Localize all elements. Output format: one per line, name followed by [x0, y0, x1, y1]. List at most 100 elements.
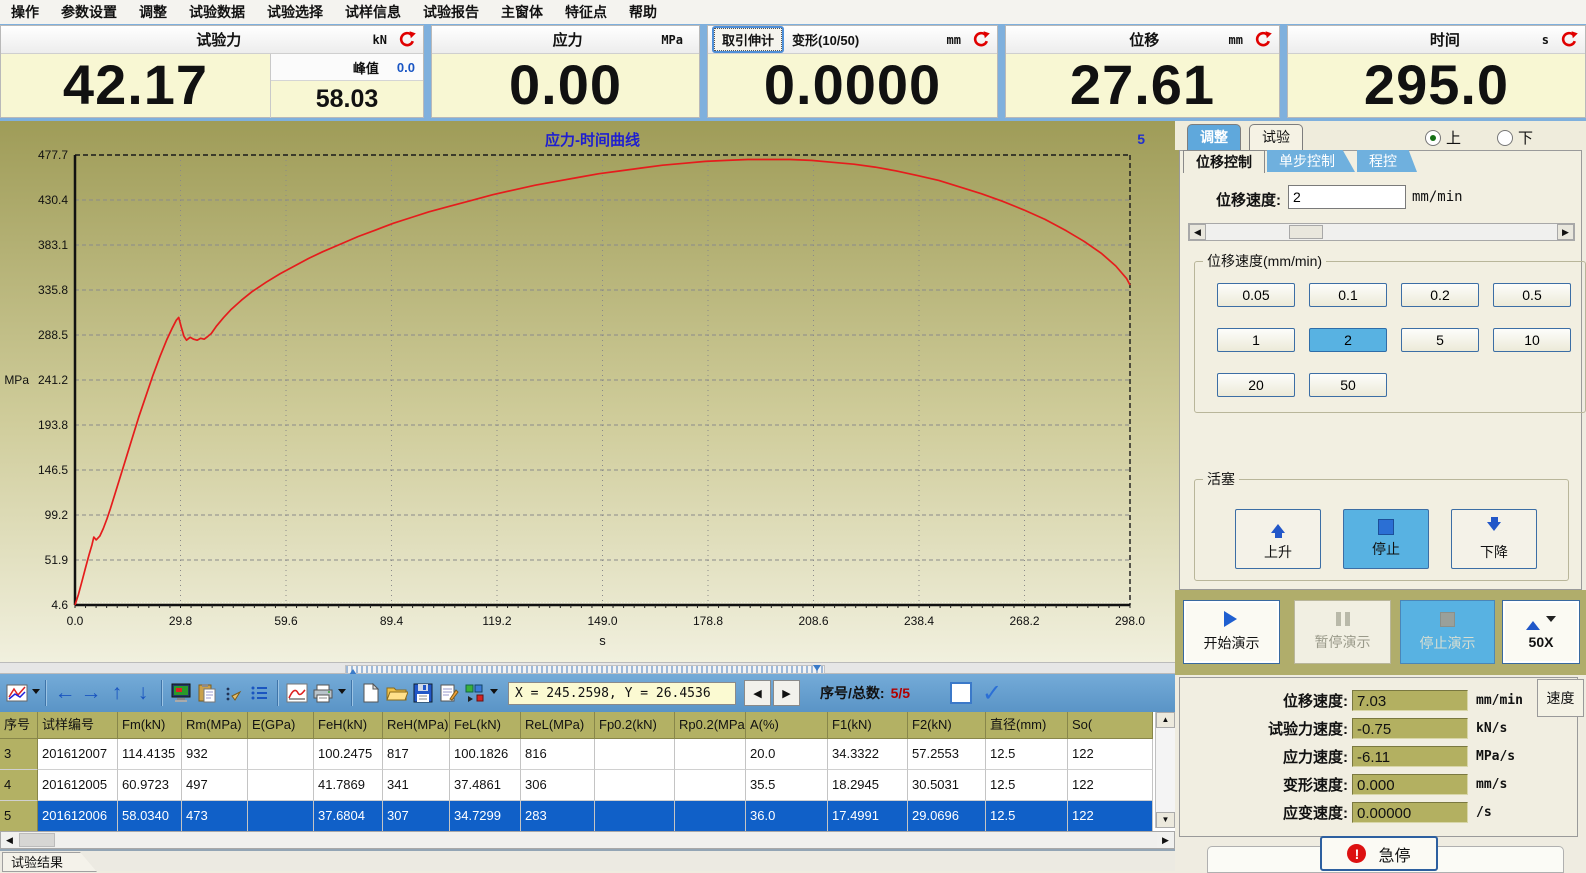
pause-demo-button[interactable]: 暂停演示	[1294, 600, 1391, 664]
table-cell[interactable]: 41.7869	[314, 770, 383, 801]
slider-thumb[interactable]	[1289, 225, 1323, 239]
radio-down[interactable]: 下	[1497, 127, 1533, 148]
table-cell[interactable]: 12.5	[986, 801, 1068, 832]
table-cell[interactable]	[595, 739, 675, 770]
speed-preset-0.5[interactable]: 0.5	[1493, 283, 1571, 307]
tab-adjust[interactable]: 调整	[1187, 124, 1241, 150]
export-icon[interactable]	[462, 680, 488, 706]
hscroll-thumb[interactable]	[19, 833, 55, 847]
table-vertical-scrollbar[interactable]: ▲ ▼	[1155, 712, 1175, 828]
table-cell[interactable]: 201612005	[38, 770, 118, 801]
hand-select-icon[interactable]	[220, 680, 246, 706]
sub-tab-位移控制[interactable]: 位移控制	[1183, 150, 1265, 173]
table-cell[interactable]: 12.5	[986, 770, 1068, 801]
table-cell[interactable]: 37.4861	[450, 770, 521, 801]
next-record-button[interactable]: ▶	[773, 680, 800, 706]
sub-tab-单步控制[interactable]: 单步控制	[1267, 150, 1355, 172]
table-cell[interactable]: 34.3322	[828, 739, 908, 770]
table-cell[interactable]: 122	[1068, 739, 1153, 770]
menu-item-试验报告[interactable]: 试验报告	[412, 1, 490, 24]
radio-up[interactable]: 上	[1425, 127, 1461, 148]
speed-preset-20[interactable]: 20	[1217, 373, 1295, 397]
scroll-down-icon[interactable]: ▼	[1156, 812, 1175, 828]
menu-item-试验数据[interactable]: 试验数据	[178, 1, 256, 24]
table-cell[interactable]: 35.5	[746, 770, 828, 801]
table-cell[interactable]: 20.0	[746, 739, 828, 770]
table-cell[interactable]: 306	[521, 770, 595, 801]
table-cell[interactable]: 57.2553	[908, 739, 986, 770]
sub-tab-程控[interactable]: 程控	[1357, 150, 1417, 172]
table-cell[interactable]: 37.6804	[314, 801, 383, 832]
select-checkbox[interactable]	[950, 682, 972, 704]
table-cell[interactable]: 3	[0, 739, 38, 770]
report-icon[interactable]	[436, 680, 462, 706]
stop-demo-button[interactable]: 停止演示	[1400, 600, 1495, 664]
speed-preset-0.2[interactable]: 0.2	[1401, 283, 1479, 307]
tab-speed[interactable]: 速度	[1537, 679, 1584, 717]
table-cell[interactable]: 932	[182, 739, 248, 770]
refresh-icon[interactable]	[1253, 30, 1273, 50]
table-cell[interactable]	[248, 739, 314, 770]
nav-left-icon[interactable]: ←	[52, 680, 78, 706]
speed-preset-5[interactable]: 5	[1401, 328, 1479, 352]
table-cell[interactable]: 29.0696	[908, 801, 986, 832]
speed-preset-10[interactable]: 10	[1493, 328, 1571, 352]
curve-icon[interactable]	[284, 680, 310, 706]
speed-preset-1[interactable]: 1	[1217, 328, 1295, 352]
menu-item-调整[interactable]: 调整	[128, 1, 178, 24]
table-cell[interactable]: 58.0340	[118, 801, 182, 832]
menu-item-操作[interactable]: 操作	[0, 1, 50, 24]
speed-input[interactable]	[1288, 185, 1406, 209]
table-cell[interactable]	[675, 801, 746, 832]
nav-up-icon[interactable]: ↑	[104, 680, 130, 706]
open-file-icon[interactable]	[384, 680, 410, 706]
table-cell[interactable]: 341	[383, 770, 450, 801]
prev-record-button[interactable]: ◀	[744, 680, 771, 706]
demo-speed-button[interactable]: 50X	[1502, 600, 1580, 664]
slider-right-arrow-icon[interactable]: ▶	[1557, 224, 1574, 240]
table-cell[interactable]: 201612007	[38, 739, 118, 770]
chevron-down-icon[interactable]	[338, 689, 346, 698]
table-cell[interactable]	[595, 770, 675, 801]
start-demo-button[interactable]: 开始演示	[1183, 600, 1280, 664]
curve-select-icon[interactable]	[4, 680, 30, 706]
scroll-right-icon[interactable]: ▶	[1157, 832, 1174, 848]
collapse-up-icon[interactable]	[349, 665, 357, 675]
table-cell[interactable]: 100.1826	[450, 739, 521, 770]
extensometer-button[interactable]: 取引伸计	[712, 26, 784, 53]
table-cell[interactable]: 122	[1068, 770, 1153, 801]
nav-down-icon[interactable]: ↓	[130, 680, 156, 706]
table-cell[interactable]: 817	[383, 739, 450, 770]
table-cell[interactable]: 497	[182, 770, 248, 801]
table-cell[interactable]: 18.2945	[828, 770, 908, 801]
tab-test[interactable]: 试验	[1249, 124, 1303, 150]
stress-time-chart[interactable]: 应力-时间曲线 5 477.7430.4383.1335.8288.5241.2…	[0, 121, 1185, 662]
scroll-left-icon[interactable]: ◀	[1, 832, 18, 848]
table-cell[interactable]: 122	[1068, 801, 1153, 832]
table-cell[interactable]	[248, 801, 314, 832]
slider-left-arrow-icon[interactable]: ◀	[1189, 224, 1206, 240]
table-cell[interactable]: 307	[383, 801, 450, 832]
nav-right-icon[interactable]: →	[78, 680, 104, 706]
monitor-icon[interactable]	[168, 680, 194, 706]
speed-preset-50[interactable]: 50	[1309, 373, 1387, 397]
table-cell[interactable]	[248, 770, 314, 801]
menu-item-帮助[interactable]: 帮助	[618, 1, 668, 24]
chevron-down-icon[interactable]	[32, 689, 40, 698]
menu-item-主窗体[interactable]: 主窗体	[490, 1, 554, 24]
refresh-icon[interactable]	[1559, 30, 1579, 50]
piston-down-button[interactable]: 下降	[1451, 509, 1537, 569]
table-cell[interactable]: 34.7299	[450, 801, 521, 832]
chevron-down-icon[interactable]	[1546, 616, 1556, 627]
table-cell[interactable]	[675, 770, 746, 801]
splitter-handle[interactable]	[345, 665, 825, 674]
list-icon[interactable]	[246, 680, 272, 706]
table-cell[interactable]	[595, 801, 675, 832]
table-cell[interactable]: 283	[521, 801, 595, 832]
table-cell[interactable]: 36.0	[746, 801, 828, 832]
scroll-up-icon[interactable]: ▲	[1156, 712, 1175, 728]
emergency-stop-button[interactable]: ! 急停	[1320, 836, 1438, 871]
print-icon[interactable]	[310, 680, 336, 706]
save-icon[interactable]	[410, 680, 436, 706]
new-file-icon[interactable]	[358, 680, 384, 706]
